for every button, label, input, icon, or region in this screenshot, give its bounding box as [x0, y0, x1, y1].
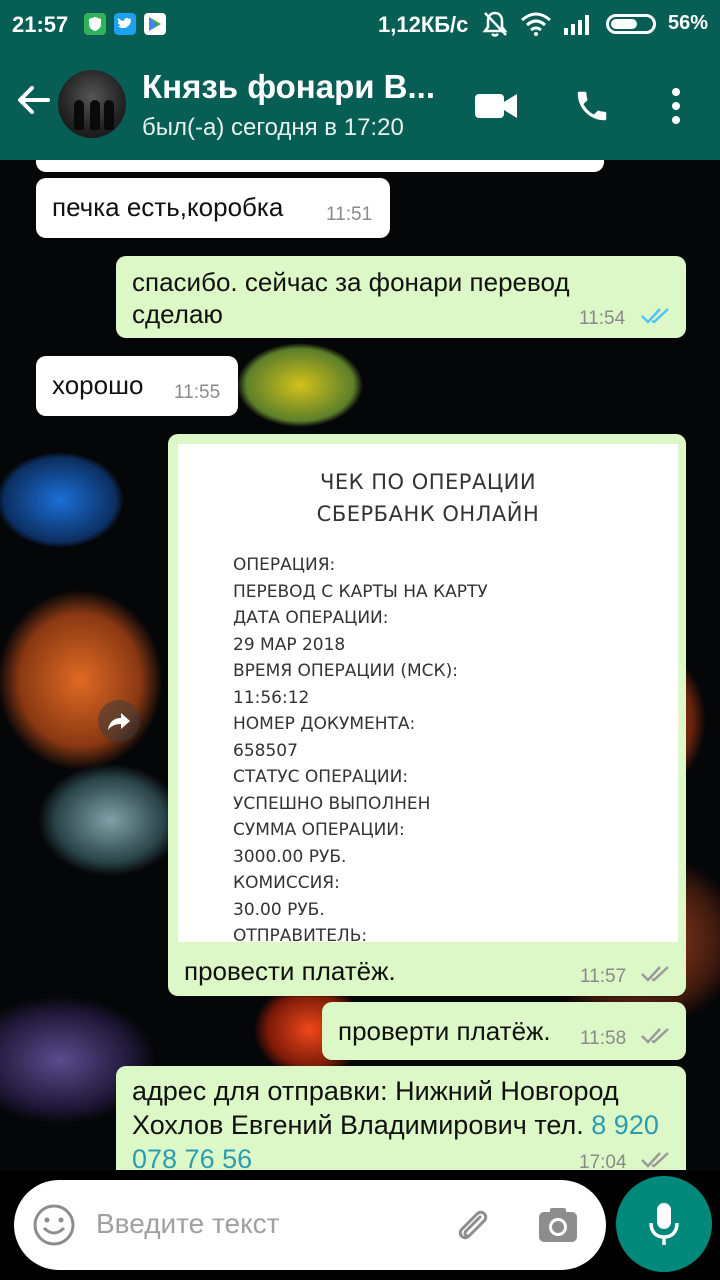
- message-time: 11:51: [326, 204, 373, 225]
- receipt-line: ДАТА ОПЕРАЦИИ:: [233, 608, 389, 628]
- message-input[interactable]: Введите текст: [96, 1208, 280, 1240]
- receipt-line: 29 МАР 2018: [233, 634, 346, 655]
- battery-icon: [606, 14, 656, 34]
- voice-call-icon[interactable]: [568, 82, 616, 130]
- message-bubble-outgoing[interactable]: проверти платёж. 11:58: [322, 1002, 686, 1060]
- more-options-icon[interactable]: [652, 82, 700, 130]
- delivered-ticks-icon: [641, 966, 669, 982]
- camera-icon[interactable]: [534, 1201, 582, 1249]
- receipt-line: НОМЕР ДОКУМЕНТА:: [233, 714, 416, 734]
- twitter-icon: [114, 13, 136, 35]
- voice-message-button[interactable]: [616, 1176, 712, 1272]
- receipt-line: ОПЕРАЦИЯ:: [233, 555, 336, 575]
- chat-area[interactable]: печка есть,коробка 11:51 спасибо. сейчас…: [0, 160, 720, 1170]
- receipt-line: СТАТУС ОПЕРАЦИИ:: [233, 767, 409, 787]
- status-bar: 21:57 1,12КБ/с 56%: [0, 0, 720, 48]
- receipt-line: СУММА ОПЕРАЦИИ:: [233, 820, 405, 840]
- delivered-ticks-icon: [641, 1028, 669, 1044]
- message-time: 11:57: [580, 966, 627, 987]
- message-bubble-incoming[interactable]: печка есть,коробка 11:51: [36, 178, 390, 238]
- receipt-line: ВРЕМЯ ОПЕРАЦИИ (МСК):: [233, 661, 458, 681]
- message-text: хорошо: [52, 370, 144, 400]
- last-seen: был(-а) сегодня в 17:20: [142, 114, 404, 141]
- message-bubble-outgoing[interactable]: спасибо. сейчас за фонари перевод сделаю…: [116, 256, 686, 338]
- receipt-line: ОТПРАВИТЕЛЬ:: [233, 926, 368, 942]
- receipt-lines: ОПЕРАЦИЯ: ПЕРЕВОД С КАРТЫ НА КАРТУ ДАТА ОП…: [233, 552, 678, 942]
- receipt-line: УСПЕШНО ВЫПОЛНЕН: [233, 793, 431, 814]
- video-call-icon[interactable]: [472, 82, 520, 130]
- image-caption: провести платёж.: [184, 956, 396, 986]
- read-ticks-icon: [641, 308, 669, 324]
- attach-icon[interactable]: [448, 1201, 496, 1249]
- receipt-line: КОМИССИЯ:: [233, 873, 340, 893]
- back-arrow-icon[interactable]: [12, 78, 56, 122]
- receipt-line: 30.00 РУБ.: [233, 899, 325, 920]
- message-time: 11:55: [174, 382, 221, 403]
- wifi-icon: [520, 12, 552, 42]
- message-text: проверти платёж.: [338, 1016, 551, 1046]
- message-bubble-partial[interactable]: [36, 160, 604, 172]
- network-speed: 1,12КБ/с: [378, 12, 469, 37]
- message-time: 17:04: [579, 1152, 627, 1170]
- contact-avatar[interactable]: [58, 70, 126, 138]
- mic-icon: [649, 1203, 679, 1245]
- message-bubble-outgoing[interactable]: адрес для отправки: Нижний Новгород Хохл…: [116, 1066, 686, 1170]
- forward-icon[interactable]: [98, 700, 140, 742]
- battery-percent: 56%: [668, 12, 709, 34]
- receipt-line: 658507: [233, 740, 298, 761]
- mute-icon: [482, 10, 508, 44]
- message-bubble-image[interactable]: ЧЕК ПО ОПЕРАЦИИ СБЕРБАНК ОНЛАЙН ОПЕРАЦИЯ…: [168, 434, 686, 996]
- receipt-line: 3000.00 РУБ.: [233, 846, 347, 867]
- message-bubble-incoming[interactable]: хорошо 11:55: [36, 356, 238, 416]
- receipt-line: ПЕРЕВОД С КАРТЫ НА КАРТУ: [233, 581, 488, 602]
- message-time: 11:58: [580, 1028, 627, 1049]
- delivered-ticks-icon: [641, 1152, 669, 1168]
- message-time: 11:54: [579, 308, 626, 329]
- message-input-bar[interactable]: Введите текст: [14, 1180, 606, 1270]
- shield-icon: [84, 13, 106, 35]
- play-store-icon: [144, 13, 166, 35]
- contact-name[interactable]: Князь фонари В...: [142, 68, 435, 106]
- receipt-image[interactable]: ЧЕК ПО ОПЕРАЦИИ СБЕРБАНК ОНЛАЙН ОПЕРАЦИЯ…: [178, 444, 678, 942]
- emoji-icon[interactable]: [30, 1201, 78, 1249]
- status-time: 21:57: [12, 12, 69, 37]
- message-text: печка есть,коробка: [52, 192, 284, 222]
- receipt-line: 11:56:12: [233, 687, 310, 708]
- message-text: спасибо. сейчас за фонари перевод сделаю: [132, 267, 570, 329]
- receipt-title: ЧЕК ПО ОПЕРАЦИИ СБЕРБАНК ОНЛАЙН: [316, 470, 540, 526]
- chat-header: Князь фонари В... был(-а) сегодня в 17:2…: [0, 48, 720, 160]
- signal-icon: [562, 13, 594, 41]
